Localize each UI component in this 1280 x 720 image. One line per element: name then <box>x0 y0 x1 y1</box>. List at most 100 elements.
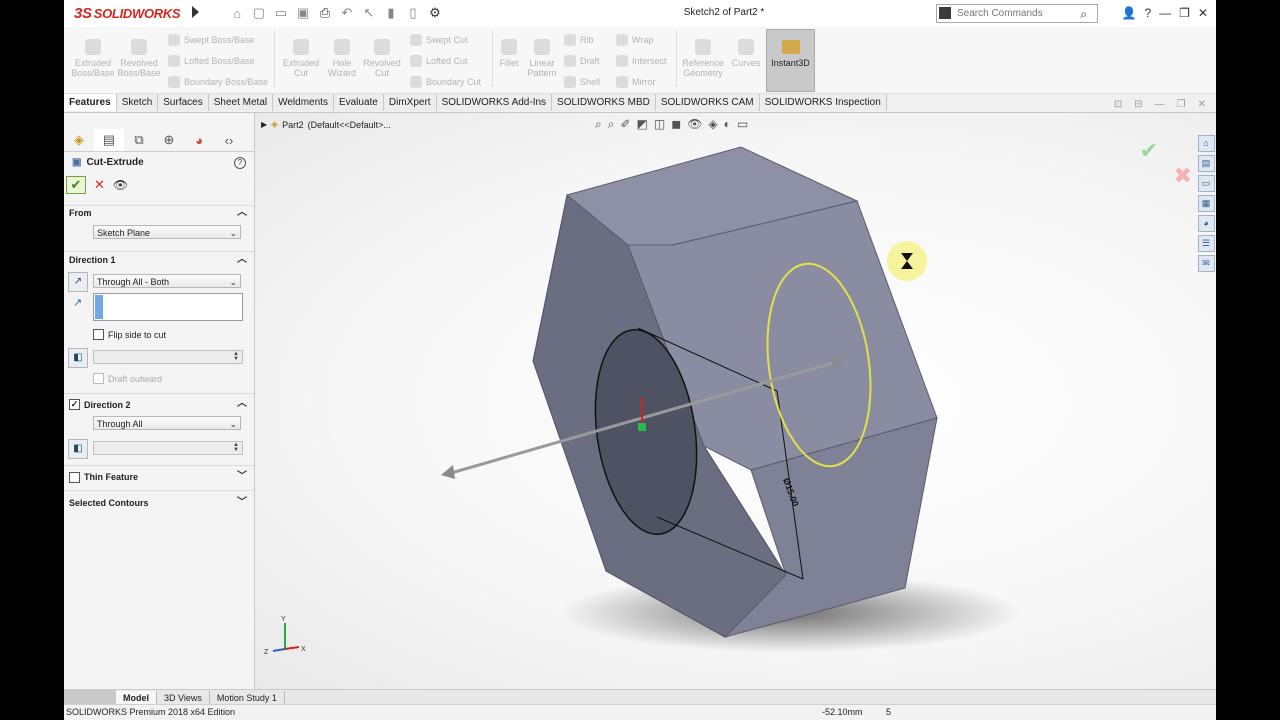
mirror-button[interactable]: Mirror <box>616 76 656 88</box>
section-selected-contours[interactable]: Selected Contours ﹀ <box>69 495 247 511</box>
doc-minimize-icon[interactable]: — <box>1155 99 1165 110</box>
tab-mbd[interactable]: SOLIDWORKS MBD <box>552 94 656 111</box>
menu-expand-icon[interactable] <box>192 6 199 18</box>
search-scope-icon[interactable] <box>939 7 951 19</box>
direction1-end-condition[interactable]: Through All - Both ⌄ <box>93 274 241 288</box>
section-direction2[interactable]: ✓ Direction 2 ︿ <box>69 396 247 412</box>
home-icon[interactable]: ⌂ <box>226 6 248 21</box>
draft-button[interactable]: Draft <box>564 55 600 67</box>
wrap-button[interactable]: Wrap <box>616 34 653 46</box>
manager-scroll-tab[interactable]: ‹› <box>214 129 244 151</box>
preview-eye-icon[interactable]: 👁 <box>113 178 128 192</box>
new-document-icon[interactable]: ▢ <box>248 5 270 21</box>
shell-button[interactable]: Shell <box>564 76 600 88</box>
solidworks-logo[interactable]: 3S SOLIDWORKS <box>74 4 181 22</box>
search-commands-input[interactable]: Search Commands ⌕ <box>936 4 1098 23</box>
draft-angle-spinner-2[interactable]: ▲ ▼ <box>93 441 243 455</box>
section-direction1[interactable]: Direction 1 ︿ <box>69 252 247 268</box>
tab-sketch[interactable]: Sketch <box>116 94 159 111</box>
extruded-boss-button[interactable]: Extruded Boss/Base <box>70 39 116 78</box>
swept-boss-button[interactable]: Swept Boss/Base <box>168 34 255 46</box>
feature-manager-tab[interactable]: ◈ <box>64 129 94 151</box>
draft-outward-checkbox[interactable]: Draft outward <box>93 373 162 384</box>
from-dropdown[interactable]: Sketch Plane ⌄ <box>93 225 241 239</box>
tab-model[interactable]: Model <box>116 690 157 705</box>
tab-motion-study[interactable]: Motion Study 1 <box>210 690 285 705</box>
lofted-boss-button[interactable]: Lofted Boss/Base <box>168 55 255 67</box>
tab-inspection[interactable]: SOLIDWORKS Inspection <box>759 94 887 111</box>
chevron-up-icon[interactable]: ︿ <box>237 396 247 412</box>
spinner-arrows-icon[interactable]: ▲ ▼ <box>231 351 241 362</box>
dimxpert-manager-tab[interactable]: ⊕ <box>154 129 184 151</box>
section-from[interactable]: From ︿ <box>69 205 247 221</box>
tile-icon[interactable]: ⊡ <box>1114 99 1122 110</box>
revolved-cut-button[interactable]: Revolved Cut <box>360 39 404 78</box>
doc-close-icon[interactable]: ✕ <box>1198 99 1206 110</box>
flip-side-checkbox[interactable]: Flip side to cut <box>93 329 166 340</box>
split-icon[interactable]: ⊟ <box>1134 99 1142 110</box>
draft-on-off-icon[interactable]: ◧ <box>68 439 88 459</box>
ok-button[interactable]: ✔ <box>66 176 86 194</box>
extruded-cut-button[interactable]: Extruded Cut <box>278 39 324 78</box>
arrowhead-icon[interactable] <box>441 465 455 479</box>
checkbox-box[interactable] <box>93 373 104 384</box>
file-properties-icon[interactable]: ▯ <box>402 5 424 21</box>
chevron-up-icon[interactable]: ︿ <box>237 205 247 221</box>
rib-button[interactable]: Rib <box>564 34 594 46</box>
model-canvas[interactable]: Ø15.00 Y X Z <box>255 113 1216 689</box>
tab-evaluate[interactable]: Evaluate <box>333 94 384 111</box>
save-icon[interactable]: ▣ <box>292 5 314 21</box>
tab-cam[interactable]: SOLIDWORKS CAM <box>655 94 760 111</box>
close-window-icon[interactable]: ✕ <box>1198 6 1208 20</box>
checkbox-box[interactable] <box>69 471 80 483</box>
reference-geometry-button[interactable]: Reference Geometry <box>678 39 728 78</box>
rebuild-icon[interactable]: ▮ <box>380 5 402 21</box>
lofted-cut-button[interactable]: Lofted Cut <box>410 55 468 67</box>
boundary-boss-button[interactable]: Boundary Boss/Base <box>168 76 268 88</box>
checkbox-box[interactable]: ✓ <box>69 399 80 410</box>
graphics-area[interactable]: ▶ ◈ Part2 (Default<<Default>... ⌕ ⌕ ✐ ◩ … <box>255 113 1216 689</box>
user-icon[interactable]: 👤 <box>1122 6 1137 20</box>
direction2-end-condition[interactable]: Through All ⌄ <box>93 416 241 430</box>
intersect-button[interactable]: Intersect <box>616 55 667 67</box>
tab-surfaces[interactable]: Surfaces <box>158 94 209 111</box>
tab-dimxpert[interactable]: DimXpert <box>383 94 437 111</box>
chevron-down-icon[interactable]: ﹀ <box>237 469 247 485</box>
options-gear-icon[interactable]: ⚙ <box>424 5 446 21</box>
print-icon[interactable]: ⎙ <box>314 5 336 21</box>
fillet-button[interactable]: Fillet <box>494 39 524 68</box>
tab-addins[interactable]: SOLIDWORKS Add-Ins <box>436 94 553 111</box>
section-thin-feature[interactable]: Thin Feature ﹀ <box>69 469 247 485</box>
configuration-manager-tab[interactable]: ⧉ <box>124 129 154 151</box>
select-icon[interactable]: ↖ <box>358 5 380 21</box>
property-manager-tab[interactable]: ▤ <box>94 129 124 151</box>
draft-angle-spinner[interactable]: ▲ ▼ <box>93 350 243 364</box>
minimize-window-icon[interactable]: — <box>1159 6 1171 20</box>
help-icon[interactable]: ? <box>1144 6 1151 20</box>
cancel-button[interactable]: ✕ <box>94 177 105 193</box>
tab-features[interactable]: Features <box>64 94 117 111</box>
reverse-direction-icon[interactable]: ↗ <box>68 272 88 292</box>
open-icon[interactable]: ▭ <box>270 5 292 21</box>
display-manager-tab[interactable]: ◕ <box>184 129 214 151</box>
undo-icon[interactable]: ↶ <box>336 5 358 21</box>
direction-vector-field[interactable] <box>93 293 243 321</box>
linear-pattern-button[interactable]: Linear Pattern <box>526 39 558 78</box>
chevron-down-icon[interactable]: ﹀ <box>237 495 247 511</box>
curves-button[interactable]: Curves <box>728 39 764 68</box>
doc-restore-icon[interactable]: ❐ <box>1177 99 1186 110</box>
help-icon[interactable]: ? <box>234 157 246 169</box>
hole-wizard-button[interactable]: Hole Wizard <box>320 39 364 78</box>
swept-cut-button[interactable]: Swept Cut <box>410 34 468 46</box>
revolved-boss-button[interactable]: Revolved Boss/Base <box>116 39 162 78</box>
direction2-checkbox[interactable]: ✓ Direction 2 <box>69 397 131 413</box>
tab-scroll-arrows[interactable] <box>64 690 116 705</box>
spinner-arrows-icon[interactable]: ▲ ▼ <box>231 442 241 453</box>
instant3d-button[interactable]: Instant3D <box>766 29 815 92</box>
restore-window-icon[interactable]: ❐ <box>1179 6 1190 20</box>
tab-3d-views[interactable]: 3D Views <box>157 690 210 705</box>
checkbox-box[interactable] <box>93 329 104 340</box>
draft-on-off-icon[interactable]: ◧ <box>68 348 88 368</box>
tab-weldments[interactable]: Weldments <box>273 94 334 111</box>
boundary-cut-button[interactable]: Boundary Cut <box>410 76 481 88</box>
